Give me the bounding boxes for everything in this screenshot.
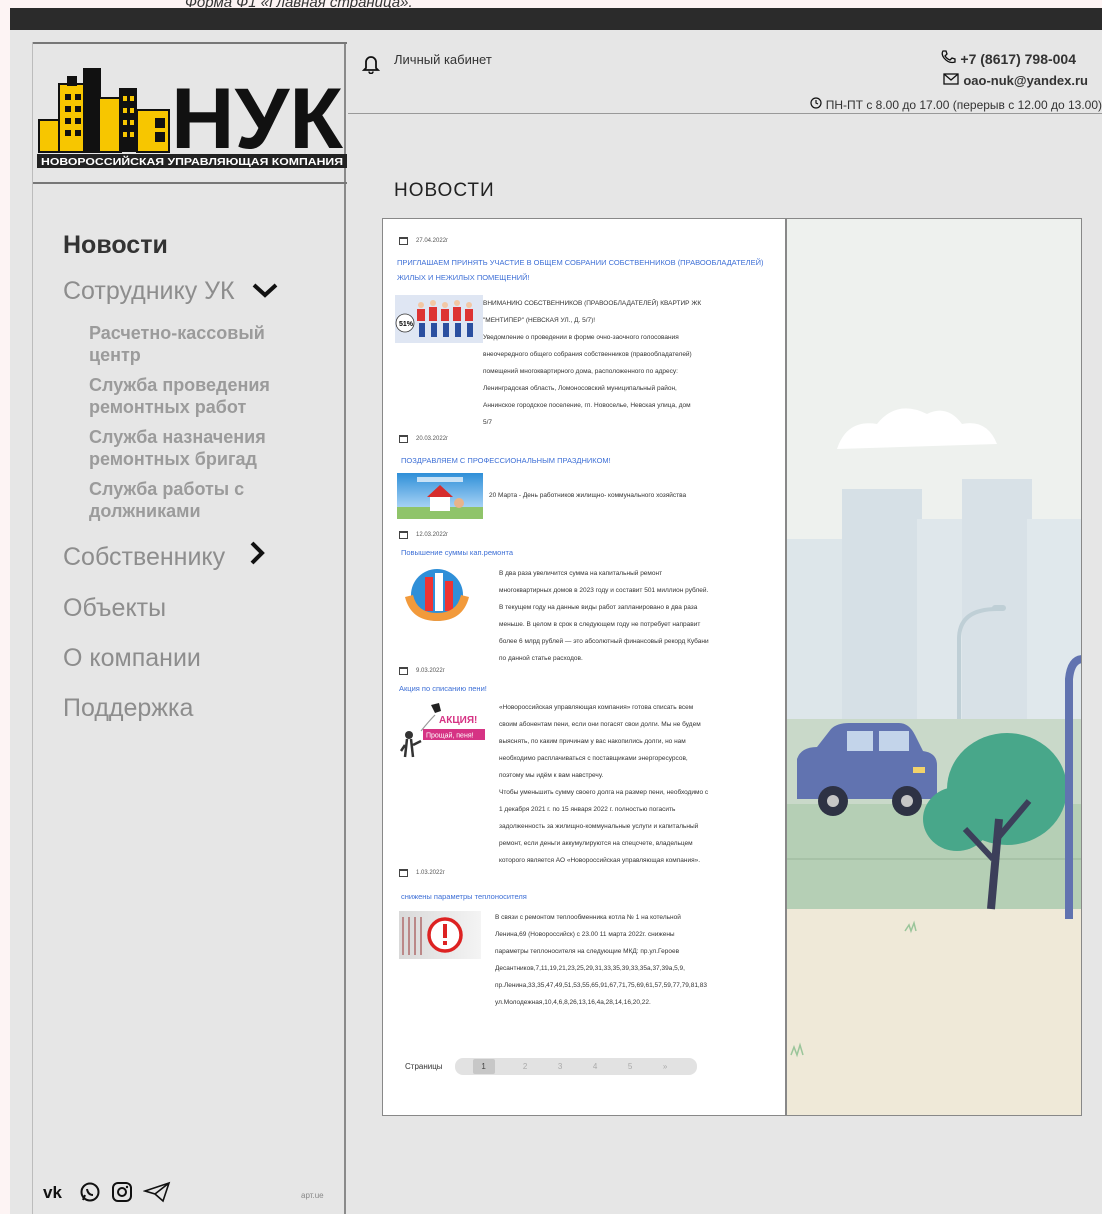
nav-owner[interactable]: Собственнику [63,540,289,573]
next-page-button[interactable]: » [648,1062,683,1071]
page-4-button[interactable]: 4 [578,1062,613,1071]
phone-number: +7 (8617) 798-004 [960,50,1076,67]
news-title-link[interactable]: ПРИГЛАШАЕМ ПРИНЯТЬ УЧАСТИЕ В ОБЩЕМ СОБРА… [397,255,767,285]
bell-icon[interactable] [361,54,381,79]
svg-text:НОВОРОССИЙСКАЯ УПРАВЛЯЮЩАЯ КОМ: НОВОРОССИЙСКАЯ УПРАВЛЯЮЩАЯ КОМПАНИЯ [41,155,343,168]
calendar-icon [399,435,408,443]
news-text: В связи с ремонтом теплообменника котла … [495,914,707,1006]
city-illustration [786,218,1082,1116]
sidebar: НУК НОВОРОССИЙСКАЯ УПРАВЛЯЮЩАЯ КОМПАНИЯ … [32,42,347,1214]
calendar-icon [399,869,408,877]
news-thumbnail[interactable]: АКЦИЯ! Прощай, пеня! [399,701,487,761]
chevron-right-icon[interactable] [249,540,265,573]
news-text: ВНИМАНИЮ СОБСТВЕННИКОВ (ПРАВООБЛАДАТЕЛЕЙ… [483,300,702,426]
logo[interactable]: НУК НОВОРОССИЙСКАЯ УПРАВЛЯЮЩАЯ КОМПАНИЯ [33,42,347,184]
working-hours: ПН-ПТ с 8.00 до 17.00 (перерыв с 12.00 д… [810,97,1102,112]
top-dark-bar [10,8,1102,30]
news-title-link[interactable]: Акция по списанию пени! [399,681,769,696]
mail-icon [943,73,959,88]
news-title-link[interactable]: ПОЗДРАВЛЯЕМ С ПРОФЕССИОНАЛЬНЫМ ПРАЗДНИКО… [401,453,771,468]
nav-employee[interactable]: Сотруднику УК [63,276,289,306]
news-title-link[interactable]: снижены параметры теплоносителя [401,889,771,904]
nav-support[interactable]: Поддержка [63,693,289,723]
svg-text:Прощай, пеня!: Прощай, пеня! [426,732,474,740]
news-date: 1.03.2022г [399,869,445,877]
calendar-icon [399,531,408,539]
page-5-button[interactable]: 5 [613,1062,648,1071]
pagination-label: Страницы [405,1062,443,1071]
news-thumbnail[interactable] [401,565,473,625]
nav-employee-label: Сотруднику УК [63,277,235,305]
nav-objects-label: Объекты [63,594,167,622]
social-links: vk [43,1181,171,1208]
news-date: 27.04.2022г [399,237,448,245]
pagination-track: 1 2 3 4 5 » [454,1058,697,1075]
svg-text:51%: 51% [399,321,414,328]
calendar-icon [399,237,408,245]
nav-sub-cash-center[interactable]: Расчетно-кассовый центр [89,322,289,366]
hours-text: ПН-ПТ с 8.00 до 17.00 (перерыв с 12.00 д… [825,97,1102,112]
news-thumbnail[interactable]: 51% [395,295,483,343]
nav-news-label: Новости [63,231,168,259]
news-title-link[interactable]: Повышение суммы кап.ремонта [401,545,771,560]
calendar-icon [399,667,408,675]
phone-icon [940,50,957,67]
phone-contact[interactable]: +7 (8617) 798-004 [940,50,1076,67]
news-date: 20.03.2022г [399,435,448,443]
side-nav: Новости Сотруднику УК Расчетно-кассовый … [63,230,289,743]
telegram-icon[interactable] [142,1181,171,1208]
news-text: 20 Марта - День работников жилищно- комм… [489,492,687,499]
employee-submenu: Расчетно-кассовый центр Служба проведени… [63,322,289,522]
news-panel: 27.04.2022г ПРИГЛАШАЕМ ПРИНЯТЬ УЧАСТИЕ В… [382,218,786,1116]
nav-owner-label: Собственнику [63,542,226,571]
page-2-button[interactable]: 2 [508,1062,543,1071]
footer-mark: арт.ue [301,1191,324,1200]
instagram-icon[interactable] [111,1181,133,1208]
svg-text:vk: vk [43,1184,62,1200]
clock-icon [810,97,822,112]
logo-graphic: НУК НОВОРОССИЙСКАЯ УПРАВЛЯЮЩАЯ КОМПАНИЯ [37,68,347,168]
page-canvas: НУК НОВОРОССИЙСКАЯ УПРАВЛЯЮЩАЯ КОМПАНИЯ … [10,30,1102,1214]
nav-sub-repair-service[interactable]: Служба проведения ремонтных работ [89,374,289,418]
city-street-image [787,219,1081,1115]
nav-objects[interactable]: Объекты [63,593,289,623]
news-thumbnail[interactable] [397,473,483,519]
page-3-button[interactable]: 3 [543,1062,578,1071]
page-title: НОВОСТИ [394,180,495,201]
news-thumbnail[interactable] [399,911,481,959]
nav-sub-repair-crews[interactable]: Служба назначения ремонтных бригад [89,426,289,470]
news-text: В два раза увеличится сумма на капитальн… [499,570,709,662]
personal-cabinet-link[interactable]: Личный кабинет [394,52,492,67]
nav-about[interactable]: О компании [63,643,289,673]
chevron-down-icon[interactable] [251,276,279,306]
nav-support-label: Поддержка [63,694,194,722]
email-address: oao-nuk@yandex.ru [963,73,1088,88]
news-text: «Новороссийская управляющая компания» го… [499,704,709,864]
svg-text:НУК: НУК [171,71,344,167]
page-1-button[interactable]: 1 [472,1059,495,1074]
header: Личный кабинет +7 (8617) 798-004 oao-nuk… [348,42,1102,114]
news-date: 9.03.2022г [399,667,445,675]
pagination: Страницы 1 2 3 4 5 » [405,1058,697,1075]
nav-sub-debtors[interactable]: Служба работы с должниками [89,478,289,522]
whatsapp-icon[interactable] [79,1181,101,1208]
email-contact[interactable]: oao-nuk@yandex.ru [943,73,1088,88]
nav-news[interactable]: Новости [63,230,289,260]
news-date: 12.03.2022г [399,531,448,539]
svg-text:АКЦИЯ!: АКЦИЯ! [439,715,477,726]
vk-icon[interactable]: vk [43,1183,69,1205]
nav-about-label: О компании [63,644,201,672]
